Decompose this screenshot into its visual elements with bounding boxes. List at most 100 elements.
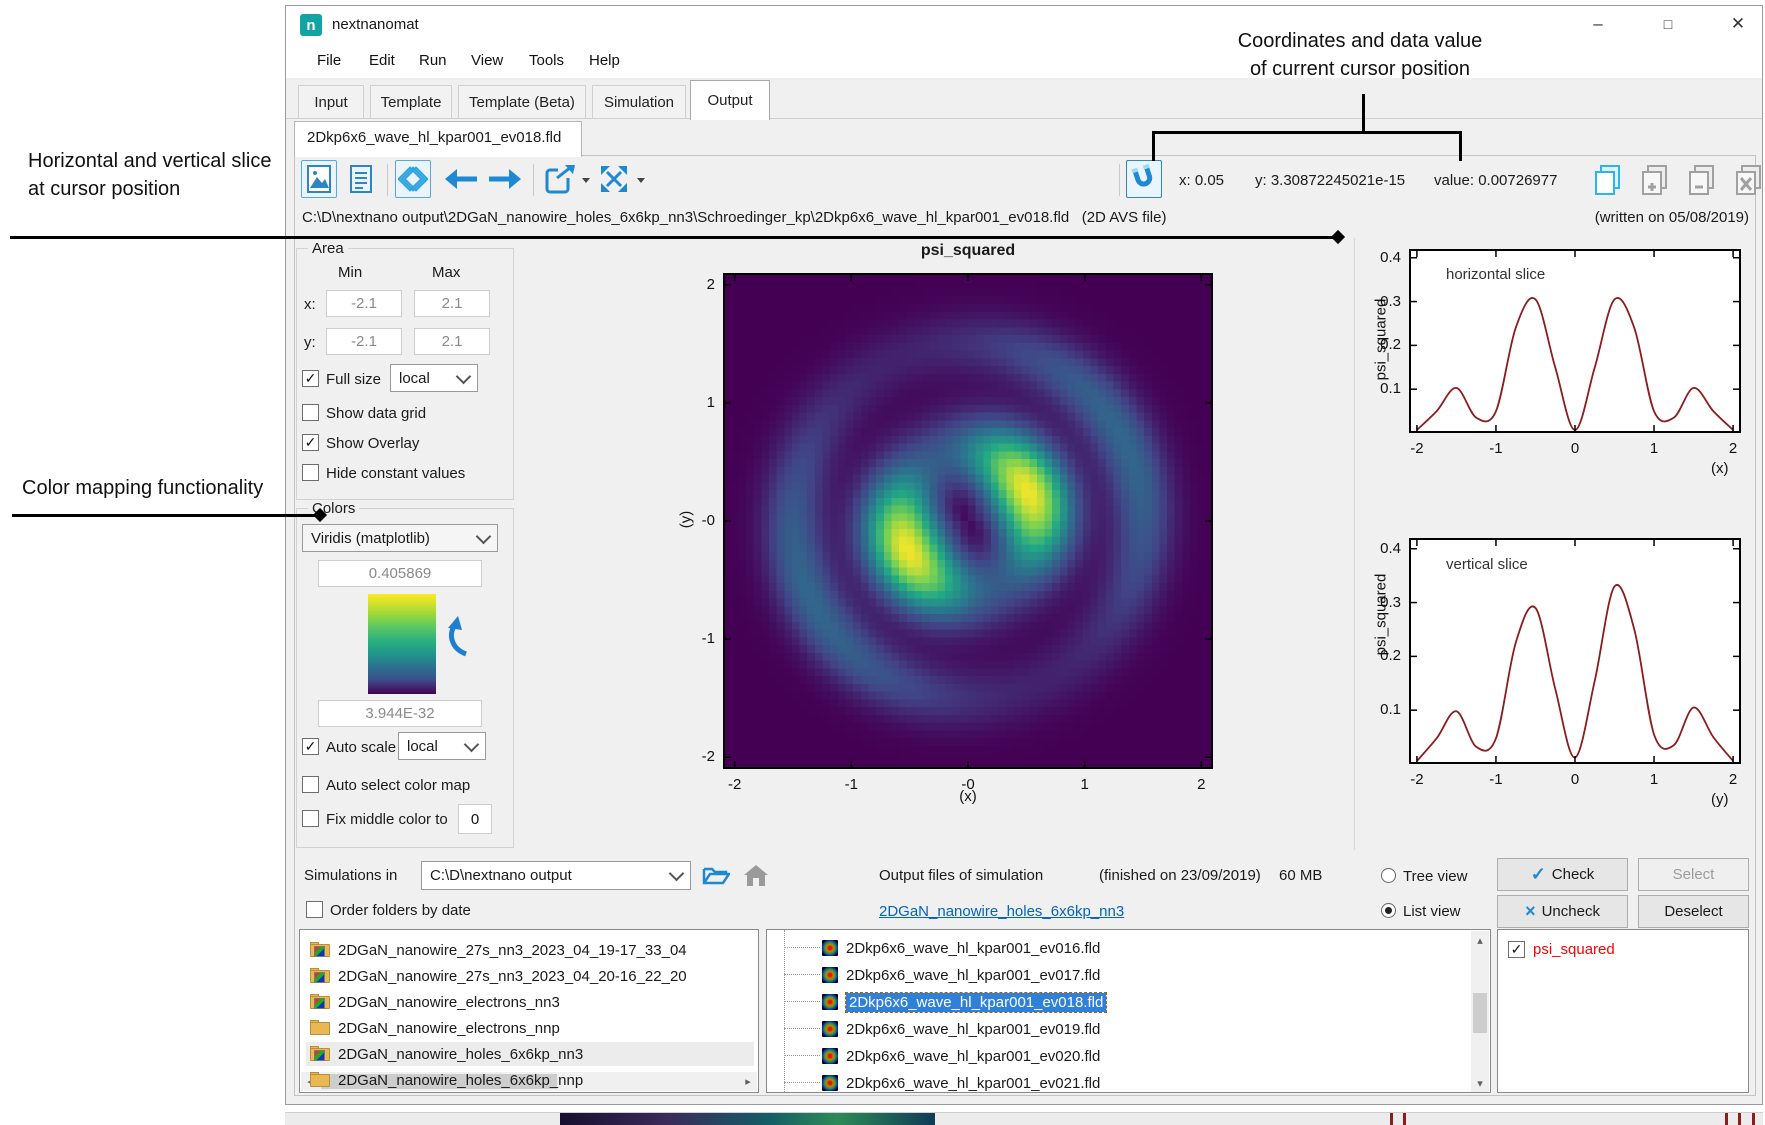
home-button[interactable] xyxy=(739,860,773,890)
toolbar-separator xyxy=(1119,164,1120,196)
colormap-dropdown[interactable]: Viridis (matplotlib) xyxy=(302,524,498,552)
check-icon: ✓ xyxy=(1531,864,1546,885)
scroll-down-icon[interactable]: ▾ xyxy=(1471,1074,1489,1092)
forward-button[interactable] xyxy=(485,160,525,198)
menu-item-view[interactable]: View xyxy=(465,48,509,73)
export-button[interactable] xyxy=(541,160,579,198)
folder-row[interactable]: 2DGaN_nanowire_electrons_nnp xyxy=(306,1016,754,1040)
full-size-mode-dropdown[interactable]: local xyxy=(390,364,478,392)
variable-checkbox[interactable]: ✓ xyxy=(1508,941,1525,958)
auto-scale-checkbox[interactable]: ✓ xyxy=(302,738,319,755)
x-max-field[interactable]: 2.1 xyxy=(414,290,490,317)
main-heatmap-plot[interactable] xyxy=(723,273,1213,769)
tab-input[interactable]: Input xyxy=(298,85,364,119)
folder-row[interactable]: 2DGaN_nanowire_electrons_nn3 xyxy=(306,990,754,1014)
check-button[interactable]: ✓ Check xyxy=(1497,858,1628,891)
file-row[interactable]: 2Dkp6x6_wave_hl_kpar001_ev016.fld xyxy=(822,936,1100,960)
expand-dropdown-caret[interactable] xyxy=(637,178,645,183)
rotate-arrow-icon xyxy=(442,616,472,658)
select-button[interactable]: Select xyxy=(1638,858,1749,891)
duplicate-view-button[interactable] xyxy=(1591,162,1625,198)
tab-template-beta-[interactable]: Template (Beta) xyxy=(458,85,586,119)
minimize-button[interactable]: – xyxy=(1576,6,1620,42)
x-min-field[interactable]: -2.1 xyxy=(326,290,402,317)
simulations-path-dropdown[interactable]: C:\D\nextnano output xyxy=(421,861,691,890)
expand-button[interactable] xyxy=(595,160,633,198)
show-data-grid-checkbox[interactable] xyxy=(302,404,319,421)
menu-item-file[interactable]: File xyxy=(311,48,347,73)
open-folder-button[interactable] xyxy=(699,860,733,890)
folder-preview xyxy=(314,998,325,1009)
show-overlay-checkbox[interactable]: ✓ xyxy=(302,434,319,451)
folder-row[interactable]: 2DGaN_nanowire_holes_6x6kp_nn3 xyxy=(306,1042,754,1066)
close-button[interactable]: ✕ xyxy=(1716,6,1760,42)
scroll-up-icon[interactable]: ▴ xyxy=(1471,931,1489,949)
hide-constant-checkbox[interactable] xyxy=(302,464,319,481)
show-report-button[interactable] xyxy=(343,160,379,198)
output-files-label: Output files of simulation xyxy=(879,867,1043,884)
show-image-button[interactable] xyxy=(301,160,337,198)
fix-middle-color-checkbox[interactable] xyxy=(302,810,319,827)
list-view-radio[interactable] xyxy=(1381,903,1396,918)
uncheck-icon: × xyxy=(1525,901,1536,922)
delete-view-button[interactable] xyxy=(1732,162,1765,198)
file-row[interactable]: 2Dkp6x6_wave_hl_kpar001_ev018.fld xyxy=(822,990,1106,1014)
uncheck-button[interactable]: × Uncheck xyxy=(1497,895,1628,928)
folders-list[interactable]: ◂ ▸ 2DGaN_nanowire_27s_nn3_2023_04_19-17… xyxy=(299,929,759,1093)
simulation-link[interactable]: 2DGaN_nanowire_holes_6x6kp_nn3 xyxy=(879,903,1124,920)
file-tab[interactable]: 2Dkp6x6_wave_hl_kpar001_ev018.fld xyxy=(294,121,582,157)
simulations-in-label: Simulations in xyxy=(304,867,397,884)
fix-middle-color-field[interactable]: 0 xyxy=(458,804,492,834)
variable-row[interactable]: ✓psi_squared xyxy=(1508,938,1615,960)
cursor-y-value: y: 3.30872245021e-15 xyxy=(1255,172,1405,189)
files-vscrollbar[interactable]: ▴ ▾ xyxy=(1471,931,1489,1092)
export-dropdown-caret[interactable] xyxy=(582,178,590,183)
cropped-curve-fragment xyxy=(1738,1113,1741,1125)
back-button[interactable] xyxy=(441,160,481,198)
y-max-field[interactable]: 2.1 xyxy=(414,328,490,355)
menu-item-tools[interactable]: Tools xyxy=(523,48,570,73)
order-folders-checkbox[interactable] xyxy=(306,901,323,918)
file-row[interactable]: 2Dkp6x6_wave_hl_kpar001_ev021.fld xyxy=(822,1071,1100,1093)
file-row[interactable]: 2Dkp6x6_wave_hl_kpar001_ev019.fld xyxy=(822,1017,1100,1041)
folder-row[interactable]: 2DGaN_nanowire_27s_nn3_2023_04_19-17_33_… xyxy=(306,938,754,962)
coord-annotation-line1: Coordinates and data value xyxy=(1150,30,1570,53)
menu-item-help[interactable]: Help xyxy=(583,48,626,73)
maximize-button[interactable]: □ xyxy=(1646,6,1690,42)
color-max-field[interactable]: 0.405869 xyxy=(318,560,482,587)
layers-button[interactable] xyxy=(395,160,431,198)
files-list[interactable]: ▴ ▾ 2Dkp6x6_wave_hl_kpar001_ev016.fld 2Dk… xyxy=(766,929,1491,1093)
image-icon xyxy=(306,164,332,194)
folder-row[interactable]: 2DGaN_nanowire_holes_6x6kp_nnp xyxy=(306,1068,754,1092)
menu-item-run[interactable]: Run xyxy=(413,48,453,73)
tree-view-radio[interactable] xyxy=(1381,868,1396,883)
color-min-field[interactable]: 3.944E-32 xyxy=(318,700,482,727)
tab-output[interactable]: Output xyxy=(690,80,770,120)
remove-pages-icon xyxy=(1687,164,1717,196)
remove-view-button[interactable] xyxy=(1685,162,1719,198)
main-plot-ylabel: (y) xyxy=(678,500,695,540)
file-row[interactable]: 2Dkp6x6_wave_hl_kpar001_ev020.fld xyxy=(822,1044,1100,1068)
menu-item-edit[interactable]: Edit xyxy=(363,48,401,73)
full-size-checkbox[interactable]: ✓ xyxy=(302,370,319,387)
file-path-text: C:\D\nextnano output\2DGaN_nanowire_hole… xyxy=(302,209,1069,226)
scrollbar-thumb[interactable] xyxy=(1473,993,1487,1033)
auto-scale-mode-dropdown[interactable]: local xyxy=(398,732,486,760)
file-row[interactable]: 2Dkp6x6_wave_hl_kpar001_ev017.fld xyxy=(822,963,1100,987)
folder-name: 2DGaN_nanowire_electrons_nn3 xyxy=(338,994,560,1011)
tab-template[interactable]: Template xyxy=(370,85,452,119)
invert-colormap-button[interactable] xyxy=(442,616,472,663)
y-min-field[interactable]: -2.1 xyxy=(326,328,402,355)
folder-row[interactable]: 2DGaN_nanowire_27s_nn3_2023_04_20-16_22_… xyxy=(306,964,754,988)
tree-guide-line xyxy=(784,930,786,1093)
field-file-thumbnail-icon xyxy=(822,1048,838,1064)
folder-name: 2DGaN_nanowire_holes_6x6kp_nnp xyxy=(338,1072,583,1089)
tab-simulation[interactable]: Simulation xyxy=(592,85,686,119)
fix-middle-color-label: Fix middle color to xyxy=(326,811,448,828)
deselect-button[interactable]: Deselect xyxy=(1638,895,1749,928)
add-view-button[interactable] xyxy=(1638,162,1672,198)
full-size-label: Full size xyxy=(326,371,381,388)
auto-select-colormap-checkbox[interactable] xyxy=(302,776,319,793)
magnet-snap-button[interactable] xyxy=(1126,160,1162,198)
variables-list[interactable]: ✓psi_squared xyxy=(1497,929,1749,1093)
